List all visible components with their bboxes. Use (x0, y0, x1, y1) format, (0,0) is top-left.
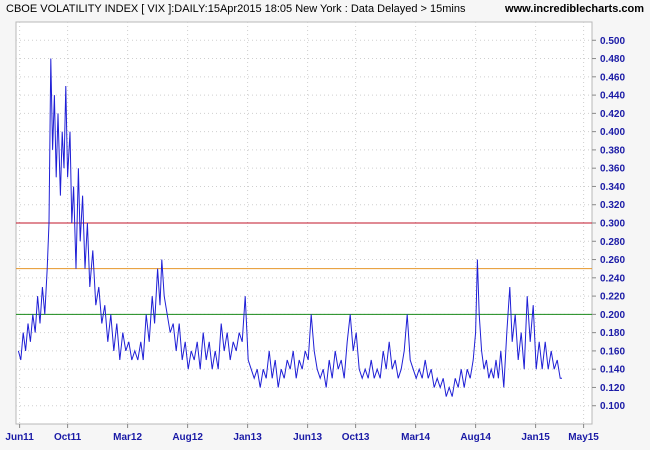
chart-svg: 0.100 0.120 0.140 0.160 0.180 0.200 0.220 0.240… (5, 21, 625, 443)
x-tick-label: May15 (568, 432, 599, 443)
y-tick-label: 0.320 (600, 200, 625, 211)
y-tick-label: 0.400 (600, 127, 625, 138)
y-tick-label: 0.340 (600, 182, 625, 193)
x-tick-label: Jan15 (521, 432, 550, 443)
y-tick-label: 0.260 (600, 255, 625, 266)
y-tick-label: 0.460 (600, 72, 625, 83)
y-tick-label: 0.140 (600, 365, 625, 376)
y-tick-label: 0.120 (600, 383, 625, 394)
y-tick-label: 0.440 (600, 91, 625, 102)
y-tick-label: 0.420 (600, 109, 625, 120)
y-tick-label: 0.380 (600, 145, 625, 156)
y-tick-label: 0.200 (600, 310, 625, 321)
y-tick-label: 0.100 (600, 401, 625, 412)
y-tick-label: 0.280 (600, 237, 625, 248)
y-tick-label: 0.160 (600, 346, 625, 357)
y-tick-label: 0.180 (600, 328, 625, 339)
y-tick-label: 0.500 (600, 36, 625, 47)
x-axis: Jun11 Oct11 Mar12 Aug12 Jan13 Jun13 Oct13 Mar14… (5, 424, 599, 443)
x-tick-label: Aug12 (172, 432, 203, 443)
y-tick-label: 0.240 (600, 273, 625, 284)
x-tick-label: Jun11 (5, 432, 34, 443)
y-tick-label: 0.360 (600, 164, 625, 175)
x-tick-label: Oct13 (342, 432, 370, 443)
y-axis: 0.100 0.120 0.140 0.160 0.180 0.200 0.220 0.240… (592, 36, 625, 412)
x-tick-label: Mar14 (401, 432, 430, 443)
y-tick-label: 0.480 (600, 54, 625, 65)
x-tick-label: Jun13 (293, 432, 322, 443)
y-tick-label: 0.300 (600, 219, 625, 230)
x-tick-label: Jan13 (233, 432, 262, 443)
x-tick-label: Aug14 (460, 432, 491, 443)
x-tick-label: Oct11 (54, 432, 82, 443)
x-tick-label: Mar12 (113, 432, 142, 443)
y-tick-label: 0.220 (600, 292, 625, 303)
